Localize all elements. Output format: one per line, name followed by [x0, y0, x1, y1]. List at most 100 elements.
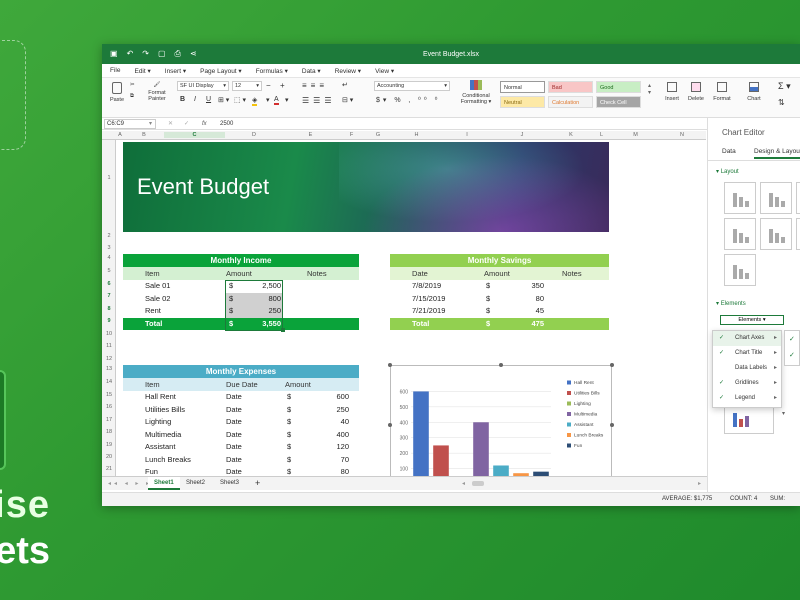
horizontal-align-icons[interactable]: ☰☰☰ — [302, 96, 336, 105]
column-header-J[interactable]: J — [492, 132, 552, 138]
cell-style-normal[interactable]: Normal — [500, 81, 545, 93]
cell-style-check-cell[interactable]: Check Cell — [596, 96, 641, 108]
column-header-M[interactable]: M — [613, 132, 658, 138]
expenses-row[interactable]: Assistant Date $120 — [123, 441, 359, 454]
add-sheet-icon[interactable]: + — [255, 478, 260, 488]
row-header-9[interactable]: 9 — [102, 318, 116, 324]
row-header-6[interactable]: 6 — [102, 281, 116, 287]
column-header-G[interactable]: G — [365, 132, 391, 138]
cell-style-good[interactable]: Good — [596, 81, 641, 93]
bar-multimedia[interactable] — [473, 422, 489, 476]
chevron-down-icon[interactable]: ▾ — [285, 96, 289, 104]
layout-thumbnail[interactable] — [796, 218, 800, 250]
number-format-select[interactable]: Accounting ▾ — [374, 81, 450, 91]
bold-icon[interactable]: B — [180, 96, 185, 103]
italic-icon[interactable]: I — [194, 96, 196, 103]
cell-style-bad[interactable]: Bad — [548, 81, 593, 93]
chart-resize-handle[interactable] — [499, 363, 503, 367]
row-header-15[interactable]: 15 — [102, 392, 116, 398]
styles-scroll-icon[interactable]: ▴ ▾ — [648, 82, 651, 96]
print-icon[interactable]: ⎙ — [175, 50, 181, 58]
bar-hall-rent[interactable] — [413, 391, 429, 476]
row-header-8[interactable]: 8 — [102, 306, 116, 312]
scroll-right-icon[interactable]: ▸ — [698, 480, 701, 487]
column-header-I[interactable]: I — [442, 132, 492, 138]
layout-thumbnail[interactable] — [760, 182, 792, 214]
wrap-text-icon[interactable]: ↵ — [342, 81, 348, 89]
chart-resize-handle[interactable] — [388, 423, 392, 427]
layout-thumbnail[interactable] — [724, 254, 756, 286]
expenses-row[interactable]: Multimedia Date $400 — [123, 429, 359, 442]
expenses-row[interactable]: Lunch Breaks Date $70 — [123, 454, 359, 467]
bar-assistant[interactable] — [493, 465, 509, 476]
delete-cells-button[interactable]: Delete — [686, 82, 706, 102]
savings-total-row[interactable]: Total $ 475 — [390, 317, 609, 330]
column-header-C[interactable]: C — [164, 132, 225, 138]
row-header-21[interactable]: 21 — [102, 466, 116, 472]
row-header-16[interactable]: 16 — [102, 404, 116, 410]
expenses-row[interactable]: Fun Date $80 — [123, 466, 359, 476]
share-icon[interactable]: ⋖ — [190, 50, 197, 58]
expenses-bar-chart[interactable]: 0100200300400500600Hall RentUtilities Bi… — [390, 365, 612, 476]
cut-icon[interactable]: ✂ — [130, 82, 135, 88]
savings-row[interactable]: 7/21/2019 $45 — [390, 305, 609, 318]
row-header-17[interactable]: 17 — [102, 417, 116, 423]
tab-data[interactable]: Data — [722, 148, 736, 155]
redo-icon[interactable]: ↷ — [142, 50, 149, 58]
sheet-tab-2[interactable]: Sheet2 — [186, 480, 205, 486]
menu-insert[interactable]: Insert ▾ — [165, 67, 186, 75]
scroll-left-icon[interactable]: ◂ — [462, 480, 465, 487]
row-header-10[interactable]: 10 — [102, 331, 116, 337]
formula-input[interactable]: 2500 — [220, 121, 233, 127]
conditional-formatting-button[interactable]: Conditional Formatting ▾ — [458, 80, 494, 105]
row-header-5[interactable]: 5 — [102, 268, 116, 274]
column-header-B[interactable]: B — [124, 132, 164, 138]
menu-file[interactable]: File — [110, 67, 120, 74]
chart-resize-handle[interactable] — [610, 423, 614, 427]
dropdown-item-gridlines[interactable]: ✓ Gridlines ▸ — [713, 376, 781, 391]
font-size-decrease-icon[interactable]: − — [266, 81, 271, 90]
tab-design-layout[interactable]: Design & Layout — [754, 148, 800, 159]
save-icon[interactable]: ▣ — [110, 50, 118, 58]
underline-icon[interactable]: U — [206, 96, 211, 103]
menu-page-layout[interactable]: Page Layout ▾ — [200, 67, 242, 75]
horizontal-scrollbar[interactable] — [472, 481, 484, 486]
function-icon[interactable]: fx — [202, 121, 207, 127]
column-header-K[interactable]: K — [552, 132, 590, 138]
insert-cells-button[interactable]: Insert — [662, 82, 682, 102]
row-header-3[interactable]: 3 — [102, 245, 116, 251]
expenses-row[interactable]: Hall Rent Date $600 — [123, 391, 359, 404]
dropdown-item-data-labels[interactable]: Data Labels ▸ — [713, 361, 781, 376]
new-file-icon[interactable]: ▢ — [158, 50, 166, 58]
cell-style-icon[interactable]: ⬚ ▾ — [234, 96, 246, 104]
check-icon[interactable]: ✓ — [789, 351, 795, 359]
row-header-12[interactable]: 12 — [102, 356, 116, 362]
layout-thumbnail[interactable] — [724, 182, 756, 214]
borders-icon[interactable]: ⊞ ▾ — [218, 96, 229, 104]
column-header-H[interactable]: H — [391, 132, 442, 138]
column-header-L[interactable]: L — [590, 132, 613, 138]
chart-button[interactable]: Chart — [744, 82, 764, 102]
format-cells-button[interactable]: Format — [710, 82, 734, 102]
cell-style-neutral[interactable]: Neutral — [500, 96, 545, 108]
savings-row[interactable]: 7/15/2019 $80 — [390, 293, 609, 306]
font-color-icon[interactable]: A — [274, 96, 279, 105]
spreadsheet-grid[interactable]: ABCDEFGHIJKLMN 1 2 3 4 5 6 7 8 9 10 11 12 13 14 15 16 17… — [102, 131, 706, 476]
vertical-align-icons[interactable]: ≡≡≡ — [302, 81, 328, 90]
menu-view[interactable]: View ▾ — [375, 67, 394, 75]
sort-filter-icon[interactable]: ⇅ — [778, 98, 785, 107]
sum-icon[interactable]: Σ ▾ — [778, 81, 791, 92]
row-header-19[interactable]: 19 — [102, 442, 116, 448]
confirm-entry-icon[interactable]: ✓ — [184, 120, 189, 127]
format-painter-button[interactable]: 🖌 Format Painter — [144, 82, 170, 102]
menu-formulas[interactable]: Formulas ▾ — [256, 67, 288, 75]
layout-thumbnail[interactable] — [724, 218, 756, 250]
undo-icon[interactable]: ↶ — [127, 50, 134, 58]
sheet-tab-1[interactable]: Sheet1 — [148, 477, 180, 490]
dropdown-item-chart-title[interactable]: ✓ Chart Title ▸ — [713, 346, 781, 361]
row-header-18[interactable]: 18 — [102, 429, 116, 435]
row-header-14[interactable]: 14 — [102, 379, 116, 385]
chevron-down-icon[interactable]: ▾ — [266, 96, 270, 104]
column-header-F[interactable]: F — [338, 132, 365, 138]
menu-review[interactable]: Review ▾ — [335, 67, 361, 75]
